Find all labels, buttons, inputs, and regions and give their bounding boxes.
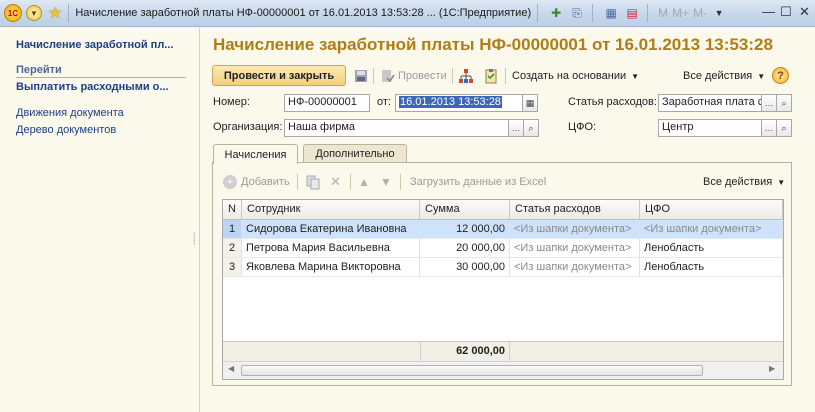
panel-splitter-handle[interactable]: ⁞ ⁞: [193, 232, 196, 247]
nav-item-pay-cash[interactable]: Выплатить расходными о...: [16, 81, 169, 93]
calculator-icon[interactable]: ▦: [602, 4, 620, 22]
table-totals-row: 62 000,00: [223, 341, 783, 362]
table-row[interactable]: 2 Петрова Мария Васильевна 20 000,00 <Из…: [223, 239, 783, 258]
organization-label: Организация:: [213, 121, 283, 133]
navigation-panel: Начисление заработной пл... Перейти Выпл…: [0, 28, 200, 412]
column-header-amount[interactable]: Сумма: [420, 200, 510, 220]
nav-item-document-tree[interactable]: Дерево документов: [16, 124, 116, 136]
hierarchy-icon: [459, 69, 473, 83]
favorite-star-icon[interactable]: ★: [48, 3, 62, 23]
cfo-field[interactable]: Центр: [658, 119, 762, 137]
expense-item-label: Статья расходов:: [568, 96, 657, 108]
minimize-icon[interactable]: —: [762, 4, 775, 19]
amount-total: 62 000,00: [420, 342, 510, 362]
column-header-employee[interactable]: Сотрудник: [242, 200, 420, 220]
chevron-down-icon: ▼: [631, 71, 640, 81]
nav-item-document-movements[interactable]: Движения документа: [16, 107, 124, 119]
post-button[interactable]: Провести: [379, 66, 447, 86]
add-row-button[interactable]: + Добавить: [223, 173, 290, 191]
report-button[interactable]: [483, 66, 502, 86]
ellipsis-select-icon[interactable]: …: [761, 94, 777, 112]
move-down-button[interactable]: ▼: [380, 173, 392, 191]
chevron-down-icon[interactable]: ▼: [710, 4, 728, 22]
main-menu-icon[interactable]: ▼: [26, 5, 42, 21]
copy-row-button[interactable]: [305, 173, 324, 191]
delete-icon: ✕: [330, 174, 341, 189]
save-button[interactable]: [353, 66, 372, 86]
app-logo-icon[interactable]: 1С: [4, 4, 22, 22]
page-title: Начисление заработной платы НФ-00000001 …: [213, 35, 773, 54]
column-header-expense-item[interactable]: Статья расходов: [510, 200, 640, 220]
load-from-excel-button[interactable]: Загрузить данные из Excel: [410, 173, 546, 191]
ellipsis-select-icon[interactable]: …: [761, 119, 777, 137]
memory-mplus-button[interactable]: M+: [672, 6, 689, 20]
number-label: Номер:: [213, 96, 250, 108]
horizontal-scrollbar[interactable]: ◀ ▶: [223, 361, 783, 379]
column-header-n[interactable]: N: [223, 200, 242, 220]
window-title-bar: 1С ▼ ★ Начисление заработной платы НФ-00…: [0, 0, 815, 27]
post-and-close-button[interactable]: Провести и закрыть: [212, 65, 346, 86]
chevron-down-icon: ▼: [757, 71, 766, 81]
link-icon[interactable]: ⎘: [568, 4, 586, 22]
arrow-up-icon: ▲: [358, 175, 370, 189]
window-title: Начисление заработной платы НФ-00000001 …: [75, 7, 532, 19]
memory-m-button[interactable]: M: [658, 6, 668, 20]
table-row[interactable]: 3 Яковлева Марина Викторовна 30 000,00 <…: [223, 258, 783, 277]
maximize-icon[interactable]: ☐: [780, 4, 792, 20]
help-button[interactable]: ?: [772, 67, 789, 84]
nav-panel-title[interactable]: Начисление заработной пл...: [16, 39, 173, 51]
search-icon[interactable]: ⌕: [776, 94, 792, 112]
expense-item-field[interactable]: Заработная плата с: [658, 94, 762, 112]
scrollbar-thumb[interactable]: [241, 365, 703, 376]
ellipsis-select-icon[interactable]: …: [508, 119, 524, 137]
close-icon[interactable]: ✕: [799, 4, 810, 20]
organization-field[interactable]: Наша фирма: [284, 119, 509, 137]
save-icon: [355, 70, 367, 82]
copy-icon: [306, 175, 320, 190]
table-all-actions-dropdown[interactable]: Все действия ▼: [703, 173, 785, 191]
move-up-button[interactable]: ▲: [358, 173, 370, 191]
post-icon: [382, 70, 395, 83]
arrow-down-icon: ▼: [380, 175, 392, 189]
search-icon[interactable]: ⌕: [776, 119, 792, 137]
column-header-cfo[interactable]: ЦФО: [640, 200, 783, 220]
tab-additional[interactable]: Дополнительно: [303, 144, 407, 163]
accruals-tab-panel: + Добавить ✕ ▲ ▼ Загрузить данные из Exc…: [212, 162, 792, 386]
date-label: от:: [377, 96, 391, 108]
calendar-icon[interactable]: ▤: [623, 4, 641, 22]
clipboard-icon: [485, 69, 497, 84]
all-actions-dropdown[interactable]: Все действия ▼: [683, 66, 765, 86]
chevron-down-icon: ▼: [777, 177, 786, 187]
add-icon: +: [223, 175, 237, 189]
create-based-on-dropdown[interactable]: Создать на основании ▼: [512, 66, 639, 86]
table-row[interactable]: 1 Сидорова Екатерина Ивановна 12 000,00 …: [223, 220, 783, 239]
calendar-picker-icon[interactable]: ▦: [522, 94, 538, 112]
scroll-right-icon[interactable]: ▶: [769, 364, 775, 373]
structure-button[interactable]: [458, 66, 477, 86]
date-field[interactable]: 16.01.2013 13:53:28: [395, 94, 523, 112]
add-favorite-icon[interactable]: ✚: [547, 4, 565, 22]
accruals-table: N Сотрудник Сумма Статья расходов ЦФО 1 …: [222, 199, 784, 380]
memory-mminus-button[interactable]: M-: [693, 6, 707, 20]
scroll-left-icon[interactable]: ◀: [228, 364, 234, 373]
number-field[interactable]: НФ-00000001: [284, 94, 370, 112]
document-form: Начисление заработной платы НФ-00000001 …: [201, 28, 815, 412]
nav-section-goto: Перейти: [16, 64, 62, 76]
tab-accruals[interactable]: Начисления: [213, 144, 298, 164]
search-icon[interactable]: ⌕: [523, 119, 539, 137]
cfo-label: ЦФО:: [568, 121, 597, 133]
delete-row-button[interactable]: ✕: [330, 173, 341, 191]
